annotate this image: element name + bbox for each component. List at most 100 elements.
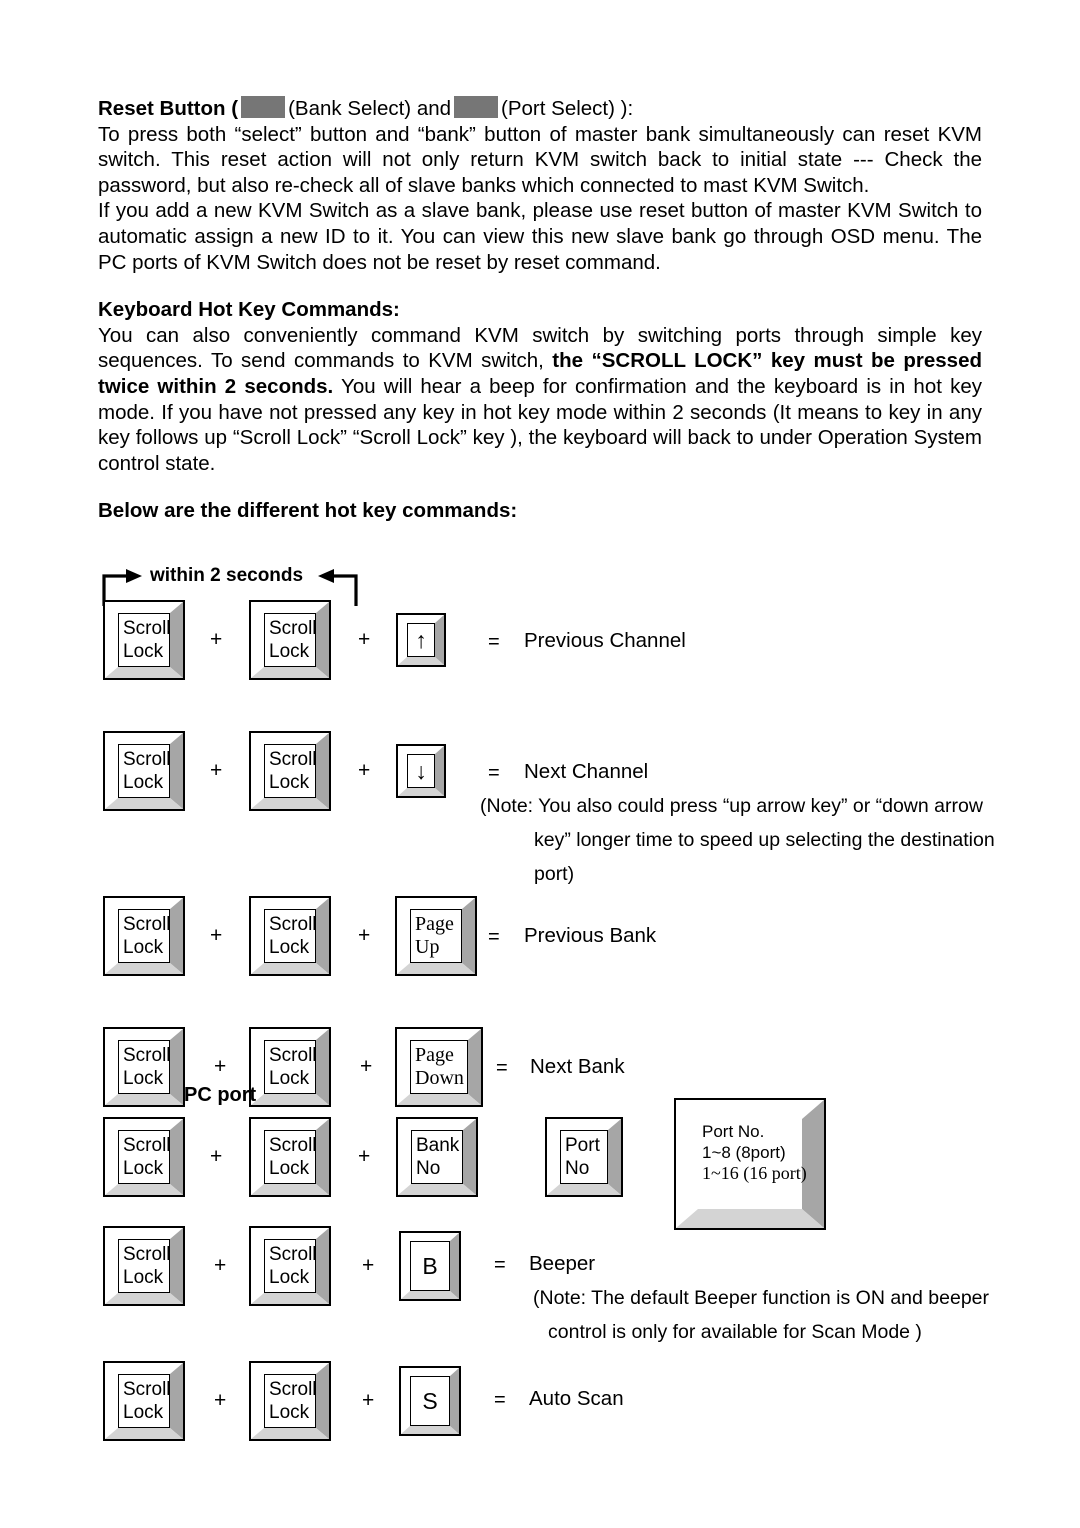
- reset-body-paragraph-1: To press both “select” button and “bank”…: [98, 122, 982, 197]
- result-beeper: Beeper: [529, 1252, 596, 1275]
- plus-sign: +: [360, 1055, 373, 1078]
- key-b[interactable]: B: [399, 1231, 461, 1301]
- key-label-lock: Lock: [123, 1402, 164, 1423]
- key-face: Port No. 1~8 (8port) 1~16 (16 port): [698, 1119, 807, 1209]
- key-face: B: [410, 1241, 450, 1291]
- reset-button-heading: Reset Button ((Bank Select) and (Port Sel…: [98, 96, 982, 122]
- key-scroll-lock[interactable]: Scroll Lock: [249, 600, 331, 680]
- key-label-scroll: Scroll: [269, 914, 317, 935]
- key-label-s: S: [422, 1387, 438, 1414]
- key-label-scroll: Scroll: [123, 914, 171, 935]
- beeper-note-line-1: (Note: The default Beeper function is ON…: [533, 1287, 990, 1309]
- pc-port-label: PC port: [184, 1084, 257, 1106]
- key-face: Scroll Lock: [118, 744, 171, 798]
- key-port-no[interactable]: Port No: [545, 1117, 623, 1197]
- key-label-lock: Lock: [269, 772, 310, 793]
- key-face: Page Up: [410, 909, 462, 963]
- key-bank-no[interactable]: Bank No: [396, 1117, 478, 1197]
- key-label-scroll: Scroll: [269, 1379, 317, 1400]
- key-label-b: B: [422, 1252, 438, 1279]
- arrow-up-icon: ↑: [415, 626, 427, 653]
- key-label-down: Down: [415, 1067, 464, 1089]
- equals-sign: =: [488, 926, 500, 948]
- plus-sign: +: [362, 1389, 375, 1412]
- key-scroll-lock[interactable]: Scroll Lock: [103, 600, 185, 680]
- result-next-channel: Next Channel: [524, 760, 649, 783]
- key-face: Scroll Lock: [264, 613, 317, 667]
- key-label-scroll: Scroll: [123, 749, 171, 770]
- key-label-scroll: Scroll: [123, 1135, 171, 1156]
- key-label-scroll: Scroll: [269, 749, 317, 770]
- key-label-scroll: Scroll: [269, 1045, 317, 1066]
- equals-sign: =: [488, 631, 500, 653]
- key-label-port: Port: [565, 1135, 600, 1156]
- key-label-lock: Lock: [123, 1068, 164, 1089]
- key-scroll-lock[interactable]: Scroll Lock: [249, 1027, 331, 1107]
- key-label-no: No: [565, 1158, 590, 1179]
- key-face: Scroll Lock: [118, 909, 171, 963]
- key-label-scroll: Scroll: [123, 1045, 171, 1066]
- key-arrow-down[interactable]: ↓: [396, 744, 446, 798]
- port-box-line-1: Port No.: [702, 1122, 765, 1141]
- plus-sign: +: [358, 759, 371, 782]
- key-face: S: [410, 1376, 450, 1426]
- plus-sign: +: [358, 1145, 371, 1168]
- key-label-scroll: Scroll: [123, 1379, 171, 1400]
- key-label-lock: Lock: [269, 641, 310, 662]
- bank-select-label: (Bank Select) and: [288, 97, 452, 120]
- key-face: Scroll Lock: [264, 1040, 317, 1094]
- key-scroll-lock[interactable]: Scroll Lock: [249, 1361, 331, 1441]
- key-scroll-lock[interactable]: Scroll Lock: [103, 1361, 185, 1441]
- key-label-lock: Lock: [123, 772, 164, 793]
- channel-note-line-2: key” longer time to speed up selecting t…: [534, 829, 995, 851]
- result-next-bank: Next Bank: [530, 1055, 625, 1078]
- plus-sign: +: [214, 1055, 227, 1078]
- key-page-down[interactable]: Page Down: [395, 1027, 483, 1107]
- plus-sign: +: [214, 1389, 227, 1412]
- key-scroll-lock[interactable]: Scroll Lock: [103, 896, 185, 976]
- key-face: Scroll Lock: [264, 909, 317, 963]
- plus-sign: +: [210, 924, 223, 947]
- key-scroll-lock[interactable]: Scroll Lock: [103, 1027, 185, 1107]
- key-scroll-lock[interactable]: Scroll Lock: [249, 731, 331, 811]
- key-label-page: Page: [415, 1044, 454, 1066]
- beeper-note-line-2: control is only for available for Scan M…: [548, 1321, 922, 1343]
- plus-sign: +: [358, 628, 371, 651]
- equals-sign: =: [488, 762, 500, 784]
- key-scroll-lock[interactable]: Scroll Lock: [103, 1226, 185, 1306]
- plus-sign: +: [358, 924, 371, 947]
- plus-sign: +: [214, 1254, 227, 1277]
- key-face: ↑: [407, 623, 435, 657]
- equals-sign: =: [496, 1057, 508, 1079]
- key-label-scroll: Scroll: [269, 1135, 317, 1156]
- bank-select-swatch-icon: [241, 96, 286, 118]
- key-scroll-lock[interactable]: Scroll Lock: [249, 1226, 331, 1306]
- key-label-page: Page: [415, 913, 454, 935]
- key-label-lock: Lock: [269, 1402, 310, 1423]
- key-scroll-lock[interactable]: Scroll Lock: [249, 1117, 331, 1197]
- key-label-scroll: Scroll: [123, 1244, 171, 1265]
- key-label-lock: Lock: [123, 1267, 164, 1288]
- key-label-lock: Lock: [123, 937, 164, 958]
- key-arrow-up[interactable]: ↑: [396, 613, 446, 667]
- key-label-scroll: Scroll: [269, 1244, 317, 1265]
- key-face: Scroll Lock: [264, 1374, 317, 1428]
- port-select-label: (Port Select) ):: [501, 97, 634, 120]
- key-s[interactable]: S: [399, 1366, 461, 1436]
- plus-sign: +: [362, 1254, 375, 1277]
- key-scroll-lock[interactable]: Scroll Lock: [103, 1117, 185, 1197]
- key-label-no: No: [416, 1158, 441, 1179]
- channel-note-line-1: (Note: You also could press “up arrow ke…: [480, 795, 983, 817]
- key-label-bank: Bank: [416, 1135, 460, 1156]
- arrow-down-icon: ↓: [415, 757, 427, 784]
- key-face: Scroll Lock: [118, 613, 171, 667]
- key-face: Port No: [560, 1130, 608, 1184]
- port-number-info-box: Port No. 1~8 (8port) 1~16 (16 port): [674, 1098, 826, 1230]
- key-page-up[interactable]: Page Up: [395, 896, 477, 976]
- key-label-up: Up: [415, 936, 440, 958]
- key-scroll-lock[interactable]: Scroll Lock: [249, 896, 331, 976]
- key-label-lock: Lock: [269, 1158, 310, 1179]
- key-label-lock: Lock: [123, 641, 164, 662]
- key-label-scroll: Scroll: [269, 618, 317, 639]
- key-scroll-lock[interactable]: Scroll Lock: [103, 731, 185, 811]
